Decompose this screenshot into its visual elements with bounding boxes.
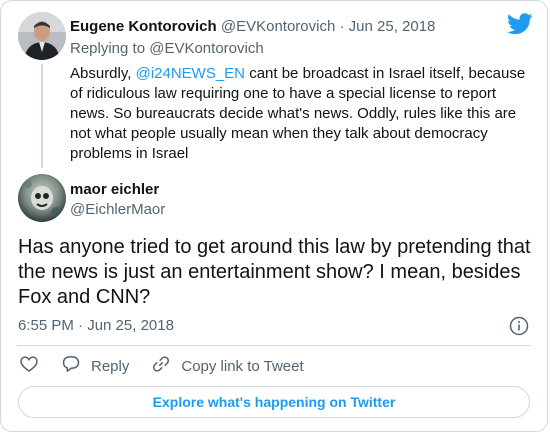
parent-author-name[interactable]: Eugene Kontorovich (70, 18, 217, 35)
link-icon (151, 354, 171, 378)
tweet-actions: Reply Copy link to Tweet (19, 355, 326, 377)
heart-icon (19, 354, 39, 378)
speech-bubble-icon (61, 354, 81, 378)
header-separator: · (339, 18, 345, 35)
parent-tweet-header: Eugene Kontorovich @EVKontorovich · Jun … (70, 17, 435, 37)
mention-link[interactable]: @i24NEWS_EN (136, 65, 245, 82)
parent-author-avatar[interactable] (18, 12, 66, 60)
parent-text-start: Absurdly, (70, 65, 136, 82)
copy-link-label: Copy link to Tweet (181, 357, 304, 375)
reply-label: Reply (91, 357, 130, 375)
replying-to-prefix: Replying to (70, 40, 146, 57)
parent-tweet-date[interactable]: Jun 25, 2018 (349, 18, 436, 35)
explore-twitter-button[interactable]: Explore what's happening on Twitter (18, 386, 530, 418)
replying-to-line: Replying to @EVKontorovich (70, 39, 264, 59)
twitter-bird-icon[interactable] (507, 13, 533, 35)
parent-author-handle[interactable]: @EVKontorovich (221, 18, 335, 35)
parent-tweet-text: Absurdly, @i24NEWS_EN cant be broadcast … (70, 64, 530, 164)
thread-connector-line (41, 64, 43, 168)
tweet-text: Has anyone tried to get around this law … (18, 236, 531, 308)
actions-divider (17, 345, 531, 346)
author-avatar[interactable] (18, 174, 66, 222)
copy-link-button[interactable]: Copy link to Tweet (151, 354, 304, 378)
tweet-embed-card: Eugene Kontorovich @EVKontorovich · Jun … (0, 0, 548, 432)
replying-to-handle[interactable]: @EVKontorovich (149, 40, 263, 57)
tweet-timestamp[interactable]: 6:55 PM · Jun 25, 2018 (18, 316, 174, 336)
info-icon[interactable] (509, 316, 529, 336)
author-name[interactable]: maor eichler (70, 180, 159, 200)
reply-button[interactable]: Reply (61, 354, 129, 378)
author-handle[interactable]: @EichlerMaor (70, 200, 165, 220)
like-button[interactable] (19, 354, 39, 378)
